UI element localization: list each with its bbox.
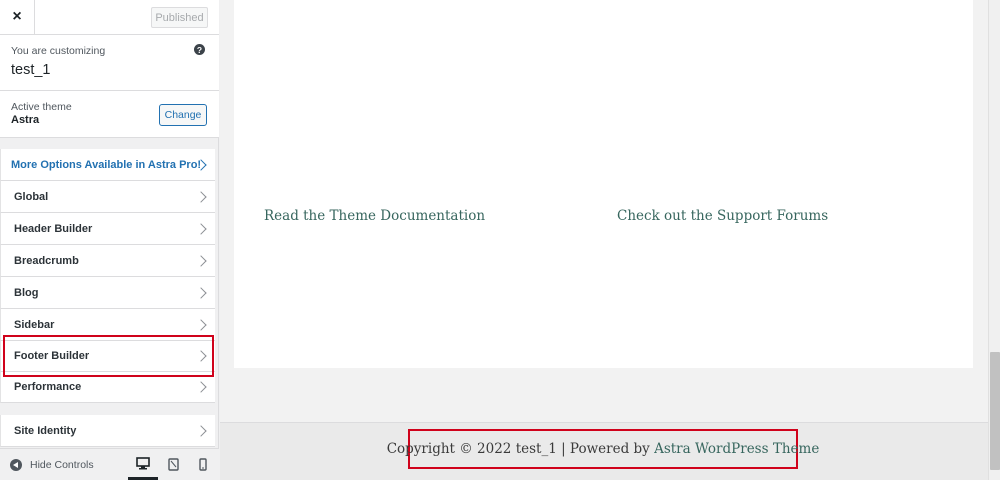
copyright-highlight: Copyright © 2022 test_1 | Powered by Ast… xyxy=(387,429,819,469)
support-forums-link[interactable]: Check out the Support Forums xyxy=(617,208,828,224)
copyright-text: Copyright © 2022 test_1 | Powered by xyxy=(386,441,655,457)
scrollbar-thumb[interactable] xyxy=(990,352,1000,470)
customizer-sidebar: × Published You are customizing test_1 ?… xyxy=(0,0,219,480)
mobile-icon xyxy=(199,458,207,471)
section-site-identity[interactable]: Site Identity xyxy=(0,415,215,447)
tablet-icon xyxy=(167,458,179,471)
footer-builder-highlight xyxy=(3,335,214,377)
active-theme-name: Astra xyxy=(11,114,40,126)
active-theme-panel: Active theme Astra Change xyxy=(0,91,219,138)
chevron-right-icon xyxy=(195,424,207,437)
active-theme-label: Active theme xyxy=(11,101,72,113)
collapse-icon[interactable] xyxy=(10,459,22,471)
section-blog[interactable]: Blog xyxy=(0,277,215,309)
section-label: Global xyxy=(14,190,49,203)
site-title: test_1 xyxy=(11,62,51,78)
astra-theme-link[interactable]: Astra WordPress Theme xyxy=(654,441,819,457)
section-label: Sidebar xyxy=(14,318,55,331)
section-label: Blog xyxy=(14,286,39,299)
hide-controls-button[interactable]: Hide Controls xyxy=(30,459,94,471)
preview-tablet-button[interactable] xyxy=(158,449,188,480)
astra-pro-label: More Options Available in Astra Pro! xyxy=(11,158,202,171)
site-preview: Read the Theme Documentation Check out t… xyxy=(220,0,988,480)
section-global[interactable]: Global xyxy=(0,181,215,213)
section-header-builder[interactable]: Header Builder xyxy=(0,213,215,245)
astra-pro-upsell[interactable]: More Options Available in Astra Pro! xyxy=(0,149,215,181)
close-icon: × xyxy=(12,8,22,25)
content-card: Read the Theme Documentation Check out t… xyxy=(234,0,973,368)
section-label: Breadcrumb xyxy=(14,254,79,267)
theme-documentation-link[interactable]: Read the Theme Documentation xyxy=(264,208,485,224)
chevron-right-icon xyxy=(195,381,207,393)
preview-desktop-button[interactable] xyxy=(128,449,158,480)
customizing-info: You are customizing test_1 ? xyxy=(0,35,219,91)
help-icon[interactable]: ? xyxy=(194,44,205,55)
customizer-header: × Published xyxy=(0,0,219,35)
preview-mobile-button[interactable] xyxy=(188,449,218,480)
chevron-right-icon xyxy=(195,190,207,203)
close-customizer-button[interactable]: × xyxy=(0,0,35,34)
chevron-right-icon xyxy=(195,254,207,267)
publish-button[interactable]: Published xyxy=(151,7,208,28)
desktop-icon xyxy=(136,456,150,469)
site-footer: Copyright © 2022 test_1 | Powered by Ast… xyxy=(220,422,988,480)
preview-scrollbar[interactable] xyxy=(988,0,1000,480)
customizing-pre-label: You are customizing xyxy=(11,45,106,57)
chevron-right-icon xyxy=(195,318,207,331)
change-theme-button[interactable]: Change xyxy=(159,104,207,126)
section-breadcrumb[interactable]: Breadcrumb xyxy=(0,245,215,277)
chevron-right-icon xyxy=(195,222,207,235)
section-label: Site Identity xyxy=(14,424,77,437)
chevron-right-icon xyxy=(195,286,207,299)
section-label: Performance xyxy=(14,381,82,393)
customizer-footer-controls: Hide Controls xyxy=(0,448,219,480)
section-label: Header Builder xyxy=(14,222,93,235)
